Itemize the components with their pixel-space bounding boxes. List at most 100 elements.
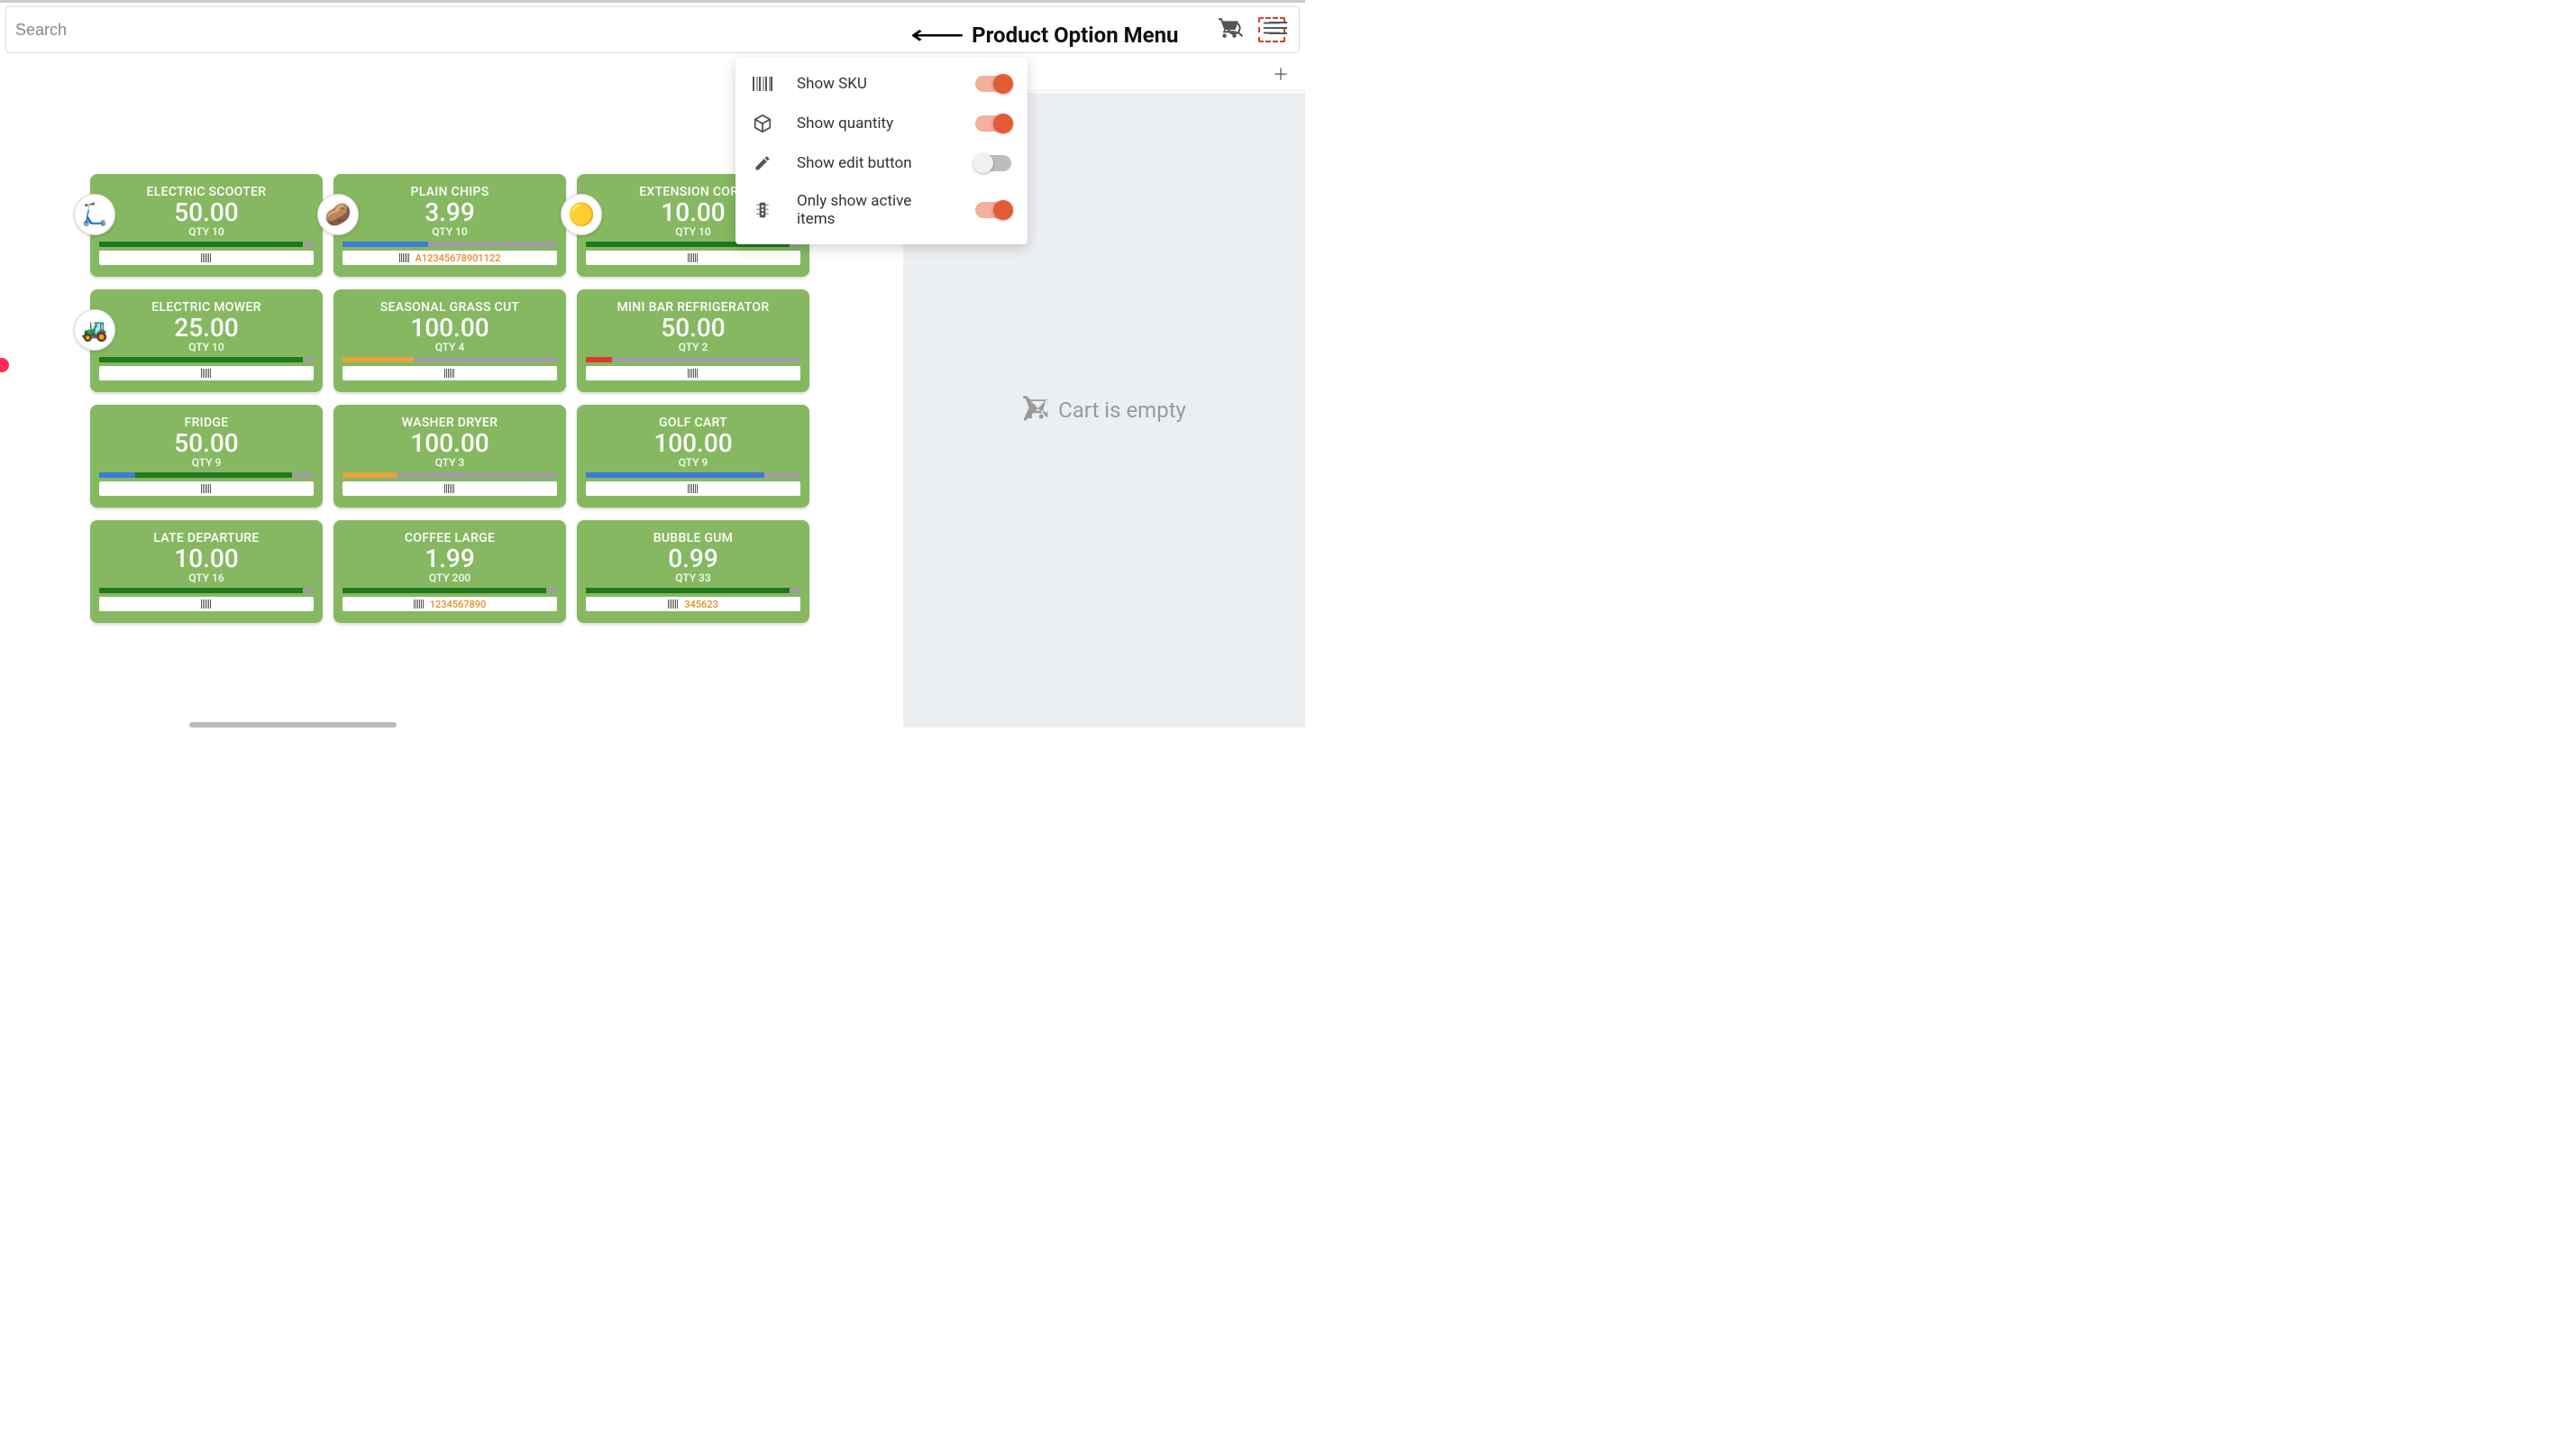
sku-row bbox=[586, 481, 800, 496]
sku-text: 345623 bbox=[684, 599, 718, 610]
product-qty: QTY 3 bbox=[435, 456, 465, 469]
product-price: 100.00 bbox=[653, 428, 732, 458]
barcode-icon bbox=[444, 484, 455, 493]
product-options-menu: Show SKU Show quantity Show edit button … bbox=[735, 57, 1028, 244]
product-qty: QTY 4 bbox=[435, 341, 465, 353]
option-label: Show edit button bbox=[797, 154, 952, 172]
sku-row: 345623 bbox=[586, 597, 800, 611]
sku-row bbox=[99, 251, 314, 265]
top-search-bar bbox=[5, 6, 1300, 53]
product-card[interactable]: WASHER DRYER100.00QTY 3 bbox=[333, 405, 566, 508]
sku-row bbox=[586, 366, 800, 380]
barcode-icon bbox=[201, 600, 212, 609]
search-input[interactable] bbox=[15, 21, 1218, 40]
barcode-icon bbox=[201, 369, 212, 378]
product-qty: QTY 9 bbox=[192, 456, 222, 469]
product-qty: QTY 10 bbox=[432, 225, 467, 238]
stock-bar bbox=[343, 357, 557, 362]
product-price: 10.00 bbox=[174, 544, 238, 573]
product-qty: QTY 9 bbox=[679, 456, 708, 469]
product-price: 0.99 bbox=[668, 544, 718, 573]
stock-bar bbox=[99, 242, 314, 247]
barcode-icon bbox=[668, 600, 679, 609]
sku-text: A12345678901122 bbox=[416, 252, 501, 264]
option-show-edit[interactable]: Show edit button bbox=[735, 143, 1028, 183]
option-show-sku[interactable]: Show SKU bbox=[735, 64, 1028, 104]
barcode-icon bbox=[201, 253, 212, 262]
toggle-show-sku[interactable] bbox=[975, 76, 1011, 92]
sku-row bbox=[343, 366, 557, 380]
sku-row bbox=[586, 251, 800, 265]
sku-row bbox=[99, 597, 314, 611]
stock-bar bbox=[343, 472, 557, 478]
barcode-icon bbox=[201, 484, 212, 493]
product-qty: QTY 33 bbox=[675, 572, 710, 584]
product-price: 50.00 bbox=[174, 428, 238, 458]
stock-bar bbox=[99, 357, 314, 362]
product-thumbnail: 🟡 bbox=[561, 194, 602, 235]
stock-bar bbox=[99, 588, 314, 593]
toggle-show-edit[interactable] bbox=[975, 155, 1011, 171]
add-cart-tab-button[interactable]: ＋ bbox=[1273, 62, 1289, 86]
product-price: 3.99 bbox=[425, 197, 475, 227]
product-card[interactable]: 🛴ELECTRIC SCOOTER50.00QTY 10 bbox=[90, 174, 323, 277]
sku-row bbox=[99, 481, 314, 496]
product-price: 10.00 bbox=[661, 197, 725, 227]
toggle-only-active[interactable] bbox=[975, 202, 1011, 218]
product-price: 1.99 bbox=[425, 544, 475, 573]
product-price: 100.00 bbox=[410, 313, 489, 343]
product-card[interactable]: 🥔PLAIN CHIPS3.99QTY 10A12345678901122 bbox=[333, 174, 566, 277]
product-card[interactable]: FRIDGE50.00QTY 9 bbox=[90, 405, 323, 508]
cart-icon[interactable] bbox=[1213, 12, 1246, 44]
product-card[interactable]: COFFEE LARGE1.99QTY 2001234567890 bbox=[333, 520, 566, 623]
stock-bar bbox=[99, 472, 314, 478]
sku-row bbox=[99, 366, 314, 380]
product-thumbnail: 🚜 bbox=[74, 309, 115, 351]
product-qty: QTY 2 bbox=[679, 341, 708, 353]
stock-bar bbox=[343, 242, 557, 247]
option-show-quantity[interactable]: Show quantity bbox=[735, 104, 1028, 143]
stock-bar bbox=[586, 357, 800, 362]
product-card[interactable]: GOLF CART100.00QTY 9 bbox=[577, 405, 809, 508]
sku-row: 1234567890 bbox=[343, 597, 557, 611]
product-qty: QTY 16 bbox=[188, 572, 224, 584]
stock-bar bbox=[343, 588, 557, 593]
product-price: 25.00 bbox=[174, 313, 238, 343]
option-label: Show SKU bbox=[797, 75, 952, 93]
product-card[interactable]: MINI BAR REFRIGERATOR50.00QTY 2 bbox=[577, 289, 809, 392]
stock-bar bbox=[586, 472, 800, 478]
product-qty: QTY 10 bbox=[188, 341, 224, 353]
main-menu-icon[interactable] bbox=[1262, 12, 1294, 44]
sku-row bbox=[343, 481, 557, 496]
stock-bar bbox=[586, 588, 800, 593]
product-qty: QTY 200 bbox=[429, 572, 470, 584]
product-price: 50.00 bbox=[174, 197, 238, 227]
toggle-show-quantity[interactable] bbox=[975, 115, 1011, 132]
barcode-icon bbox=[688, 369, 699, 378]
barcode-icon bbox=[688, 484, 699, 493]
barcode-icon bbox=[688, 253, 699, 262]
product-card[interactable]: 🚜ELECTRIC MOWER25.00QTY 10 bbox=[90, 289, 323, 392]
box-icon bbox=[752, 113, 773, 134]
product-qty: QTY 10 bbox=[675, 225, 710, 238]
sku-row: A12345678901122 bbox=[343, 251, 557, 265]
horizontal-scrollbar[interactable] bbox=[189, 722, 397, 728]
option-label: Only show active items bbox=[797, 192, 952, 228]
sku-text: 1234567890 bbox=[430, 599, 487, 610]
product-qty: QTY 10 bbox=[188, 225, 224, 238]
pencil-icon bbox=[752, 152, 773, 174]
cart-off-icon bbox=[1022, 394, 1049, 426]
product-card[interactable]: BUBBLE GUM0.99QTY 33345623 bbox=[577, 520, 809, 623]
product-thumbnail: 🛴 bbox=[74, 194, 115, 235]
product-thumbnail: 🥔 bbox=[317, 194, 359, 235]
product-card[interactable]: LATE DEPARTURE10.00QTY 16 bbox=[90, 520, 323, 623]
barcode-icon bbox=[444, 369, 455, 378]
barcode-icon bbox=[752, 73, 773, 95]
barcode-icon bbox=[414, 600, 425, 609]
product-card[interactable]: SEASONAL GRASS CUT100.00QTY 4 bbox=[333, 289, 566, 392]
option-label: Show quantity bbox=[797, 114, 952, 133]
barcode-icon bbox=[399, 253, 410, 262]
option-only-active[interactable]: Only show active items bbox=[735, 183, 1028, 237]
product-price: 50.00 bbox=[661, 313, 725, 343]
traffic-icon bbox=[752, 199, 773, 221]
